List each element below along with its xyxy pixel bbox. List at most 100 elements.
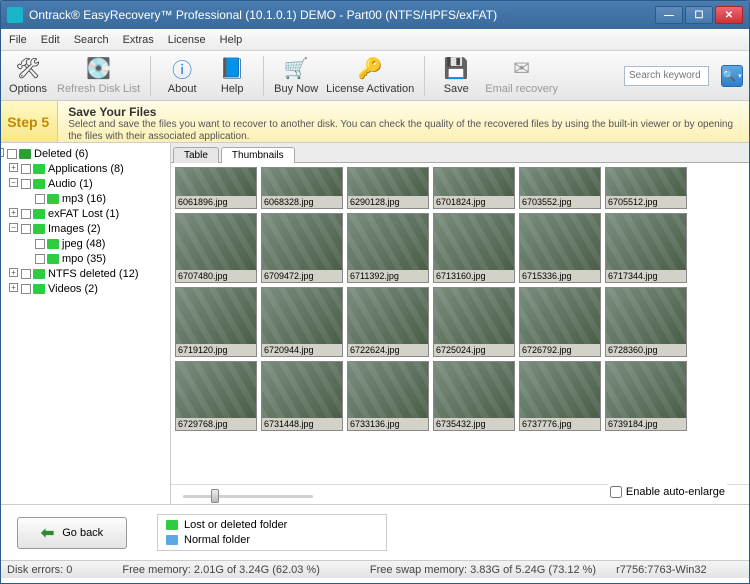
minimize-button[interactable]: — (655, 6, 683, 24)
titlebar[interactable]: Ontrack® EasyRecovery™ Professional (10.… (1, 1, 749, 29)
go-back-button[interactable]: ⬅ Go back (17, 517, 127, 549)
search-button[interactable]: 🔍 (721, 65, 743, 87)
expand-icon[interactable]: + (9, 268, 18, 277)
toolbar-separator (150, 56, 151, 96)
save-button[interactable]: 💾Save (435, 57, 477, 95)
license-label: License Activation (326, 83, 414, 95)
tree-label: jpeg (48) (62, 238, 105, 250)
auto-enlarge-checkbox[interactable]: Enable auto-enlarge (608, 484, 727, 500)
buy-now-button[interactable]: 🛒Buy Now (274, 57, 318, 95)
tree-node-mp3[interactable]: mp3 (16) (35, 192, 166, 207)
thumbnail-image (348, 214, 428, 270)
thumbnail-image (262, 168, 342, 196)
refresh-label: Refresh Disk List (57, 83, 140, 95)
thumbnail-item[interactable]: 6729768.jpg (175, 361, 257, 431)
toolbar: 🛠Options 💽Refresh Disk List ⓘAbout 📘Help… (1, 51, 749, 101)
tab-table[interactable]: Table (173, 147, 219, 163)
thumbnail-item[interactable]: 6717344.jpg (605, 213, 687, 283)
tree-node-applications[interactable]: +Applications (8) (21, 162, 166, 177)
thumbnail-item[interactable]: 6731448.jpg (261, 361, 343, 431)
close-button[interactable]: ✕ (715, 6, 743, 24)
menu-help[interactable]: Help (220, 34, 243, 46)
tab-thumbnails[interactable]: Thumbnails (221, 147, 295, 163)
thumbnail-item[interactable]: 6737776.jpg (519, 361, 601, 431)
tree-node-mpo[interactable]: mpo (35) (35, 252, 166, 267)
thumbnail-item[interactable]: 6061896.jpg (175, 167, 257, 209)
thumbnail-image (434, 214, 514, 270)
menu-file[interactable]: File (9, 34, 27, 46)
license-activation-button[interactable]: 🔑 License Activation (326, 57, 414, 95)
tree-node-ntfs-deleted[interactable]: +NTFS deleted (12) (21, 267, 166, 282)
tree-node-jpeg[interactable]: jpeg (48) (35, 237, 166, 252)
thumbnail-image (262, 214, 342, 270)
refresh-disk-list-button[interactable]: 💽Refresh Disk List (57, 57, 140, 95)
tree-node-exfat-lost[interactable]: +exFAT Lost (1) (21, 207, 166, 222)
tree-label: Audio (1) (48, 178, 93, 190)
collapse-icon[interactable]: − (9, 178, 18, 187)
key-icon: 🔑 (358, 57, 382, 81)
app-icon (7, 7, 23, 23)
legend-lost-label: Lost or deleted folder (184, 519, 287, 531)
expand-icon[interactable]: + (9, 208, 18, 217)
menu-search[interactable]: Search (74, 34, 109, 46)
thumbnail-item[interactable]: 6733136.jpg (347, 361, 429, 431)
thumbnail-image (520, 168, 600, 196)
search-input[interactable] (624, 66, 709, 86)
legend-normal-label: Normal folder (184, 534, 250, 546)
thumbnail-item[interactable]: 6720944.jpg (261, 287, 343, 357)
thumbnail-caption: 6735432.jpg (434, 418, 514, 430)
options-button[interactable]: 🛠Options (7, 57, 49, 95)
thumbnail-item[interactable]: 6715336.jpg (519, 213, 601, 283)
thumbnail-item[interactable]: 6722624.jpg (347, 287, 429, 357)
thumbnail-caption: 6715336.jpg (520, 270, 600, 282)
menu-edit[interactable]: Edit (41, 34, 60, 46)
tree-label: exFAT Lost (1) (48, 208, 119, 220)
email-recovery-button[interactable]: ✉Email recovery (485, 57, 558, 95)
expand-icon[interactable]: + (9, 163, 18, 172)
thumbnail-item[interactable]: 6707480.jpg (175, 213, 257, 283)
thumbnail-caption: 6713160.jpg (434, 270, 514, 282)
thumbnail-image (520, 362, 600, 418)
tree-node-images[interactable]: −Images (2) jpeg (48) mpo (35) (21, 222, 166, 267)
thumbnail-item[interactable]: 6739184.jpg (605, 361, 687, 431)
auto-enlarge-input[interactable] (610, 486, 622, 498)
thumbnail-item[interactable]: 6290128.jpg (347, 167, 429, 209)
thumbnail-item[interactable]: 6728360.jpg (605, 287, 687, 357)
thumbnail-image (606, 214, 686, 270)
menu-license[interactable]: License (168, 34, 206, 46)
thumbnail-caption: 6290128.jpg (348, 196, 428, 208)
thumbnail-grid[interactable]: 6061896.jpg6068328.jpg 6290128.jpg 6701824… (171, 163, 749, 484)
menubar: File Edit Search Extras License Help (1, 29, 749, 51)
expand-icon[interactable]: + (9, 283, 18, 292)
tree-root[interactable]: −Deleted (6) +Applications (8) −Audio (1… (7, 147, 166, 297)
thumbnail-item[interactable]: 6703552.jpg (519, 167, 601, 209)
thumbnail-item[interactable]: 6068328.jpg (261, 167, 343, 209)
help-button[interactable]: 📘Help (211, 57, 253, 95)
tree-node-audio[interactable]: −Audio (1) mp3 (16) (21, 177, 166, 207)
thumbnail-item[interactable]: 6709472.jpg (261, 213, 343, 283)
collapse-icon[interactable]: − (1, 148, 4, 157)
thumbnail-item[interactable]: 6726792.jpg (519, 287, 601, 357)
thumbnail-item[interactable]: 6713160.jpg (433, 213, 515, 283)
folder-tree[interactable]: −Deleted (6) +Applications (8) −Audio (1… (1, 143, 171, 504)
about-button[interactable]: ⓘAbout (161, 57, 203, 95)
status-free-memory: Free memory: 2.01G of 3.24G (62.03 %) (122, 564, 319, 576)
menu-extras[interactable]: Extras (123, 34, 154, 46)
thumbnail-item[interactable]: 6711392.jpg (347, 213, 429, 283)
thumbnail-caption: 6709472.jpg (262, 270, 342, 282)
thumbnail-item[interactable]: 6705512.jpg (605, 167, 687, 209)
thumbnail-item[interactable]: 6725024.jpg (433, 287, 515, 357)
toolbar-separator (263, 56, 264, 96)
thumbnail-caption: 6707480.jpg (176, 270, 256, 282)
thumbnail-item[interactable]: 6719120.jpg (175, 287, 257, 357)
slider-knob[interactable] (211, 489, 219, 503)
maximize-button[interactable]: ☐ (685, 6, 713, 24)
collapse-icon[interactable]: − (9, 223, 18, 232)
thumbnail-caption: 6719120.jpg (176, 344, 256, 356)
results-panel: Table Thumbnails 6061896.jpg6068328.jpg6… (171, 143, 749, 504)
status-bar: Disk errors: 0 Free memory: 2.01G of 3.2… (1, 560, 749, 578)
thumbnail-item[interactable]: 6735432.jpg (433, 361, 515, 431)
status-build: r7756:7763-Win32 (616, 564, 707, 576)
tree-node-videos[interactable]: +Videos (2) (21, 282, 166, 297)
thumbnail-item[interactable]: 6701824.jpg (433, 167, 515, 209)
